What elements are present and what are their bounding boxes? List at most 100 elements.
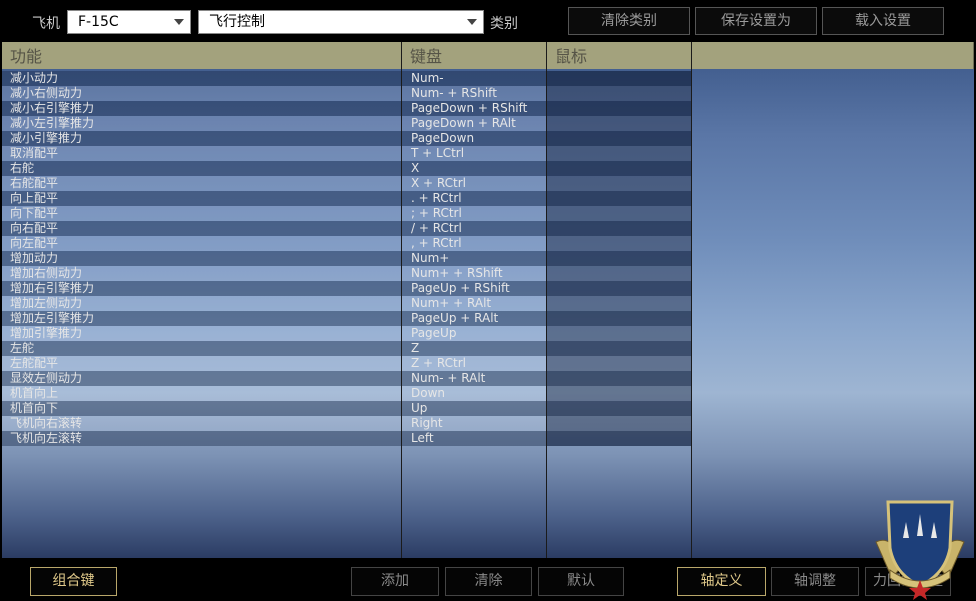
- table-row[interactable]: 减小右引擎推力 PageDown + RShift: [2, 101, 692, 116]
- mouse-cell[interactable]: [547, 416, 691, 431]
- mouse-cell[interactable]: [547, 281, 691, 296]
- table-row[interactable]: 飞机向左滚转 Left: [2, 431, 692, 446]
- function-cell[interactable]: 减小右引擎推力: [10, 101, 400, 116]
- save-settings-as-button[interactable]: 保存设置为: [695, 7, 817, 35]
- table-row[interactable]: 右舵 X: [2, 161, 692, 176]
- mouse-cell[interactable]: [547, 386, 691, 401]
- mouse-cell[interactable]: [547, 146, 691, 161]
- mouse-cell[interactable]: [547, 266, 691, 281]
- clear-category-button[interactable]: 清除类别: [568, 7, 690, 35]
- function-cell[interactable]: 机首向下: [10, 401, 400, 416]
- keyboard-cell[interactable]: Down: [411, 386, 551, 401]
- table-row[interactable]: 减小右侧动力 Num- + RShift: [2, 86, 692, 101]
- function-cell[interactable]: 显效左侧动力: [10, 371, 400, 386]
- function-cell[interactable]: 增加动力: [10, 251, 400, 266]
- function-cell[interactable]: 向下配平: [10, 206, 400, 221]
- keyboard-cell[interactable]: / + RCtrl: [411, 221, 551, 236]
- mouse-cell[interactable]: [547, 71, 691, 86]
- mouse-cell[interactable]: [547, 191, 691, 206]
- function-cell[interactable]: 减小动力: [10, 71, 400, 86]
- load-settings-button[interactable]: 载入设置: [822, 7, 944, 35]
- function-cell[interactable]: 减小引擎推力: [10, 131, 400, 146]
- function-cell[interactable]: 增加左侧动力: [10, 296, 400, 311]
- mouse-cell[interactable]: [547, 311, 691, 326]
- function-cell[interactable]: 飞机向左滚转: [10, 431, 400, 446]
- keyboard-cell[interactable]: PageUp: [411, 326, 551, 341]
- mouse-cell[interactable]: [547, 86, 691, 101]
- keyboard-cell[interactable]: Num- + RAlt: [411, 371, 551, 386]
- function-cell[interactable]: 取消配平: [10, 146, 400, 161]
- table-row[interactable]: 减小左引擎推力 PageDown + RAlt: [2, 116, 692, 131]
- clear-button[interactable]: 清除: [445, 567, 532, 596]
- function-cell[interactable]: 减小右侧动力: [10, 86, 400, 101]
- mouse-cell[interactable]: [547, 251, 691, 266]
- keyboard-cell[interactable]: ; + RCtrl: [411, 206, 551, 221]
- mouse-cell[interactable]: [547, 431, 691, 446]
- keyboard-cell[interactable]: PageUp + RShift: [411, 281, 551, 296]
- function-cell[interactable]: 增加左引擎推力: [10, 311, 400, 326]
- table-row[interactable]: 机首向上 Down: [2, 386, 692, 401]
- mouse-cell[interactable]: [547, 371, 691, 386]
- function-cell[interactable]: 向右配平: [10, 221, 400, 236]
- keyboard-cell[interactable]: Z + RCtrl: [411, 356, 551, 371]
- function-cell[interactable]: 右舵: [10, 161, 400, 176]
- table-row[interactable]: 飞机向右滚转 Right: [2, 416, 692, 431]
- table-row[interactable]: 左舵 Z: [2, 341, 692, 356]
- keyboard-cell[interactable]: PageDown + RAlt: [411, 116, 551, 131]
- column-header-mouse[interactable]: 鼠标: [547, 42, 692, 69]
- function-cell[interactable]: 飞机向右滚转: [10, 416, 400, 431]
- keyboard-cell[interactable]: Up: [411, 401, 551, 416]
- table-row[interactable]: 机首向下 Up: [2, 401, 692, 416]
- keyboard-cell[interactable]: PageDown + RShift: [411, 101, 551, 116]
- category-dropdown[interactable]: 飞行控制: [198, 10, 484, 34]
- keyboard-cell[interactable]: , + RCtrl: [411, 236, 551, 251]
- keyboard-cell[interactable]: PageDown: [411, 131, 551, 146]
- column-header-keyboard[interactable]: 键盘: [402, 42, 547, 69]
- table-row[interactable]: 增加引擎推力 PageUp: [2, 326, 692, 341]
- keyboard-cell[interactable]: Num-: [411, 71, 551, 86]
- table-row[interactable]: 向下配平 ; + RCtrl: [2, 206, 692, 221]
- table-row[interactable]: 增加左引擎推力 PageUp + RAlt: [2, 311, 692, 326]
- table-row[interactable]: 显效左侧动力 Num- + RAlt: [2, 371, 692, 386]
- table-row[interactable]: 增加动力 Num+: [2, 251, 692, 266]
- function-cell[interactable]: 增加引擎推力: [10, 326, 400, 341]
- table-row[interactable]: 向上配平 . + RCtrl: [2, 191, 692, 206]
- table-row[interactable]: 减小引擎推力 PageDown: [2, 131, 692, 146]
- table-row[interactable]: 向右配平 / + RCtrl: [2, 221, 692, 236]
- keyboard-cell[interactable]: PageUp + RAlt: [411, 311, 551, 326]
- function-cell[interactable]: 减小左引擎推力: [10, 116, 400, 131]
- mouse-cell[interactable]: [547, 326, 691, 341]
- mouse-cell[interactable]: [547, 401, 691, 416]
- table-row[interactable]: 增加右引擎推力 PageUp + RShift: [2, 281, 692, 296]
- function-cell[interactable]: 向上配平: [10, 191, 400, 206]
- table-row[interactable]: 右舵配平 X + RCtrl: [2, 176, 692, 191]
- axis-tune-button[interactable]: 轴调整: [771, 567, 859, 596]
- function-cell[interactable]: 增加右侧动力: [10, 266, 400, 281]
- mouse-cell[interactable]: [547, 206, 691, 221]
- combo-key-button[interactable]: 组合键: [30, 567, 117, 596]
- function-cell[interactable]: 向左配平: [10, 236, 400, 251]
- keyboard-cell[interactable]: T + LCtrl: [411, 146, 551, 161]
- add-button[interactable]: 添加: [351, 567, 439, 596]
- mouse-cell[interactable]: [547, 221, 691, 236]
- keyboard-cell[interactable]: Right: [411, 416, 551, 431]
- keyboard-cell[interactable]: X: [411, 161, 551, 176]
- mouse-cell[interactable]: [547, 341, 691, 356]
- function-cell[interactable]: 左舵: [10, 341, 400, 356]
- mouse-cell[interactable]: [547, 116, 691, 131]
- default-button[interactable]: 默认: [538, 567, 624, 596]
- keyboard-cell[interactable]: Num+ + RAlt: [411, 296, 551, 311]
- function-cell[interactable]: 左舵配平: [10, 356, 400, 371]
- mouse-cell[interactable]: [547, 356, 691, 371]
- axis-assign-button[interactable]: 轴定义: [677, 567, 766, 596]
- keyboard-cell[interactable]: Left: [411, 431, 551, 446]
- mouse-cell[interactable]: [547, 176, 691, 191]
- function-cell[interactable]: 增加右引擎推力: [10, 281, 400, 296]
- mouse-cell[interactable]: [547, 296, 691, 311]
- table-row[interactable]: 增加左侧动力 Num+ + RAlt: [2, 296, 692, 311]
- keyboard-cell[interactable]: Num+ + RShift: [411, 266, 551, 281]
- mouse-cell[interactable]: [547, 236, 691, 251]
- mouse-cell[interactable]: [547, 101, 691, 116]
- keyboard-cell[interactable]: X + RCtrl: [411, 176, 551, 191]
- table-row[interactable]: 向左配平 , + RCtrl: [2, 236, 692, 251]
